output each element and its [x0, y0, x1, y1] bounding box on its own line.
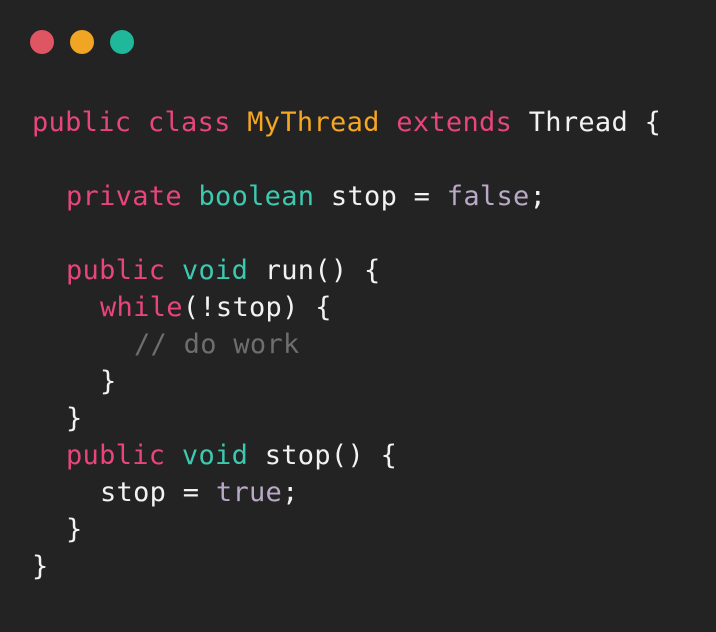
code-token-keyword-pink: private	[66, 181, 182, 212]
code-token-literal-purple: true	[215, 477, 283, 508]
code-token-plain-text: ;	[282, 477, 299, 508]
code-token-plain-text: run() {	[248, 255, 381, 286]
code-token-plain-text: }	[66, 403, 83, 434]
code-token-plain-text: stop =	[100, 477, 216, 508]
code-block: public class MyThread extends Thread { p…	[32, 104, 661, 585]
code-line: }	[32, 548, 661, 585]
code-token-plain-text: }	[100, 366, 117, 397]
code-token-plain-text	[165, 440, 182, 471]
code-token-type-teal: void	[181, 440, 249, 471]
code-window: public class MyThread extends Thread { p…	[0, 0, 716, 632]
code-token-type-teal: boolean	[198, 181, 315, 212]
code-line: stop = true;	[32, 474, 661, 511]
maximize-icon[interactable]	[110, 30, 134, 54]
code-token-plain-text: }	[66, 514, 83, 545]
code-line: while(!stop) {	[32, 289, 661, 326]
close-icon[interactable]	[30, 30, 54, 54]
code-line: }	[32, 363, 661, 400]
code-line: public void run() {	[32, 252, 661, 289]
code-token-comment-gray: // do work	[134, 329, 300, 360]
code-line: private boolean stop = false;	[32, 178, 661, 215]
code-token-keyword-pink: public	[66, 255, 166, 286]
code-token-plain-text	[131, 107, 148, 138]
code-line: public class MyThread extends Thread {	[32, 104, 661, 141]
code-token-plain-text: ;	[529, 181, 547, 212]
code-line: public void stop() {	[32, 437, 661, 474]
code-token-literal-purple: false	[446, 181, 530, 212]
code-token-type-teal: void	[181, 255, 249, 286]
code-line: }	[32, 511, 661, 548]
code-line: }	[32, 400, 661, 437]
minimize-icon[interactable]	[70, 30, 94, 54]
code-token-keyword-pink: while	[100, 292, 183, 323]
code-token-keyword-pink: public	[32, 107, 132, 138]
code-token-plain-text: stop =	[314, 181, 447, 212]
code-token-plain-text	[182, 181, 199, 212]
code-token-keyword-pink: public	[66, 440, 166, 471]
code-token-plain-text	[380, 107, 397, 138]
code-token-plain-text: stop() {	[248, 440, 398, 471]
code-token-plain-text: Thread {	[512, 107, 662, 138]
code-token-plain-text	[231, 107, 248, 138]
code-line: // do work	[32, 326, 661, 363]
code-token-plain-text: (!stop) {	[182, 292, 332, 323]
code-token-class-orange: MyThread	[247, 107, 380, 138]
code-token-plain-text: }	[32, 551, 49, 582]
code-token-keyword-pink: class	[147, 107, 231, 138]
code-token-plain-text	[165, 255, 182, 286]
code-token-keyword-pink: extends	[396, 107, 513, 138]
